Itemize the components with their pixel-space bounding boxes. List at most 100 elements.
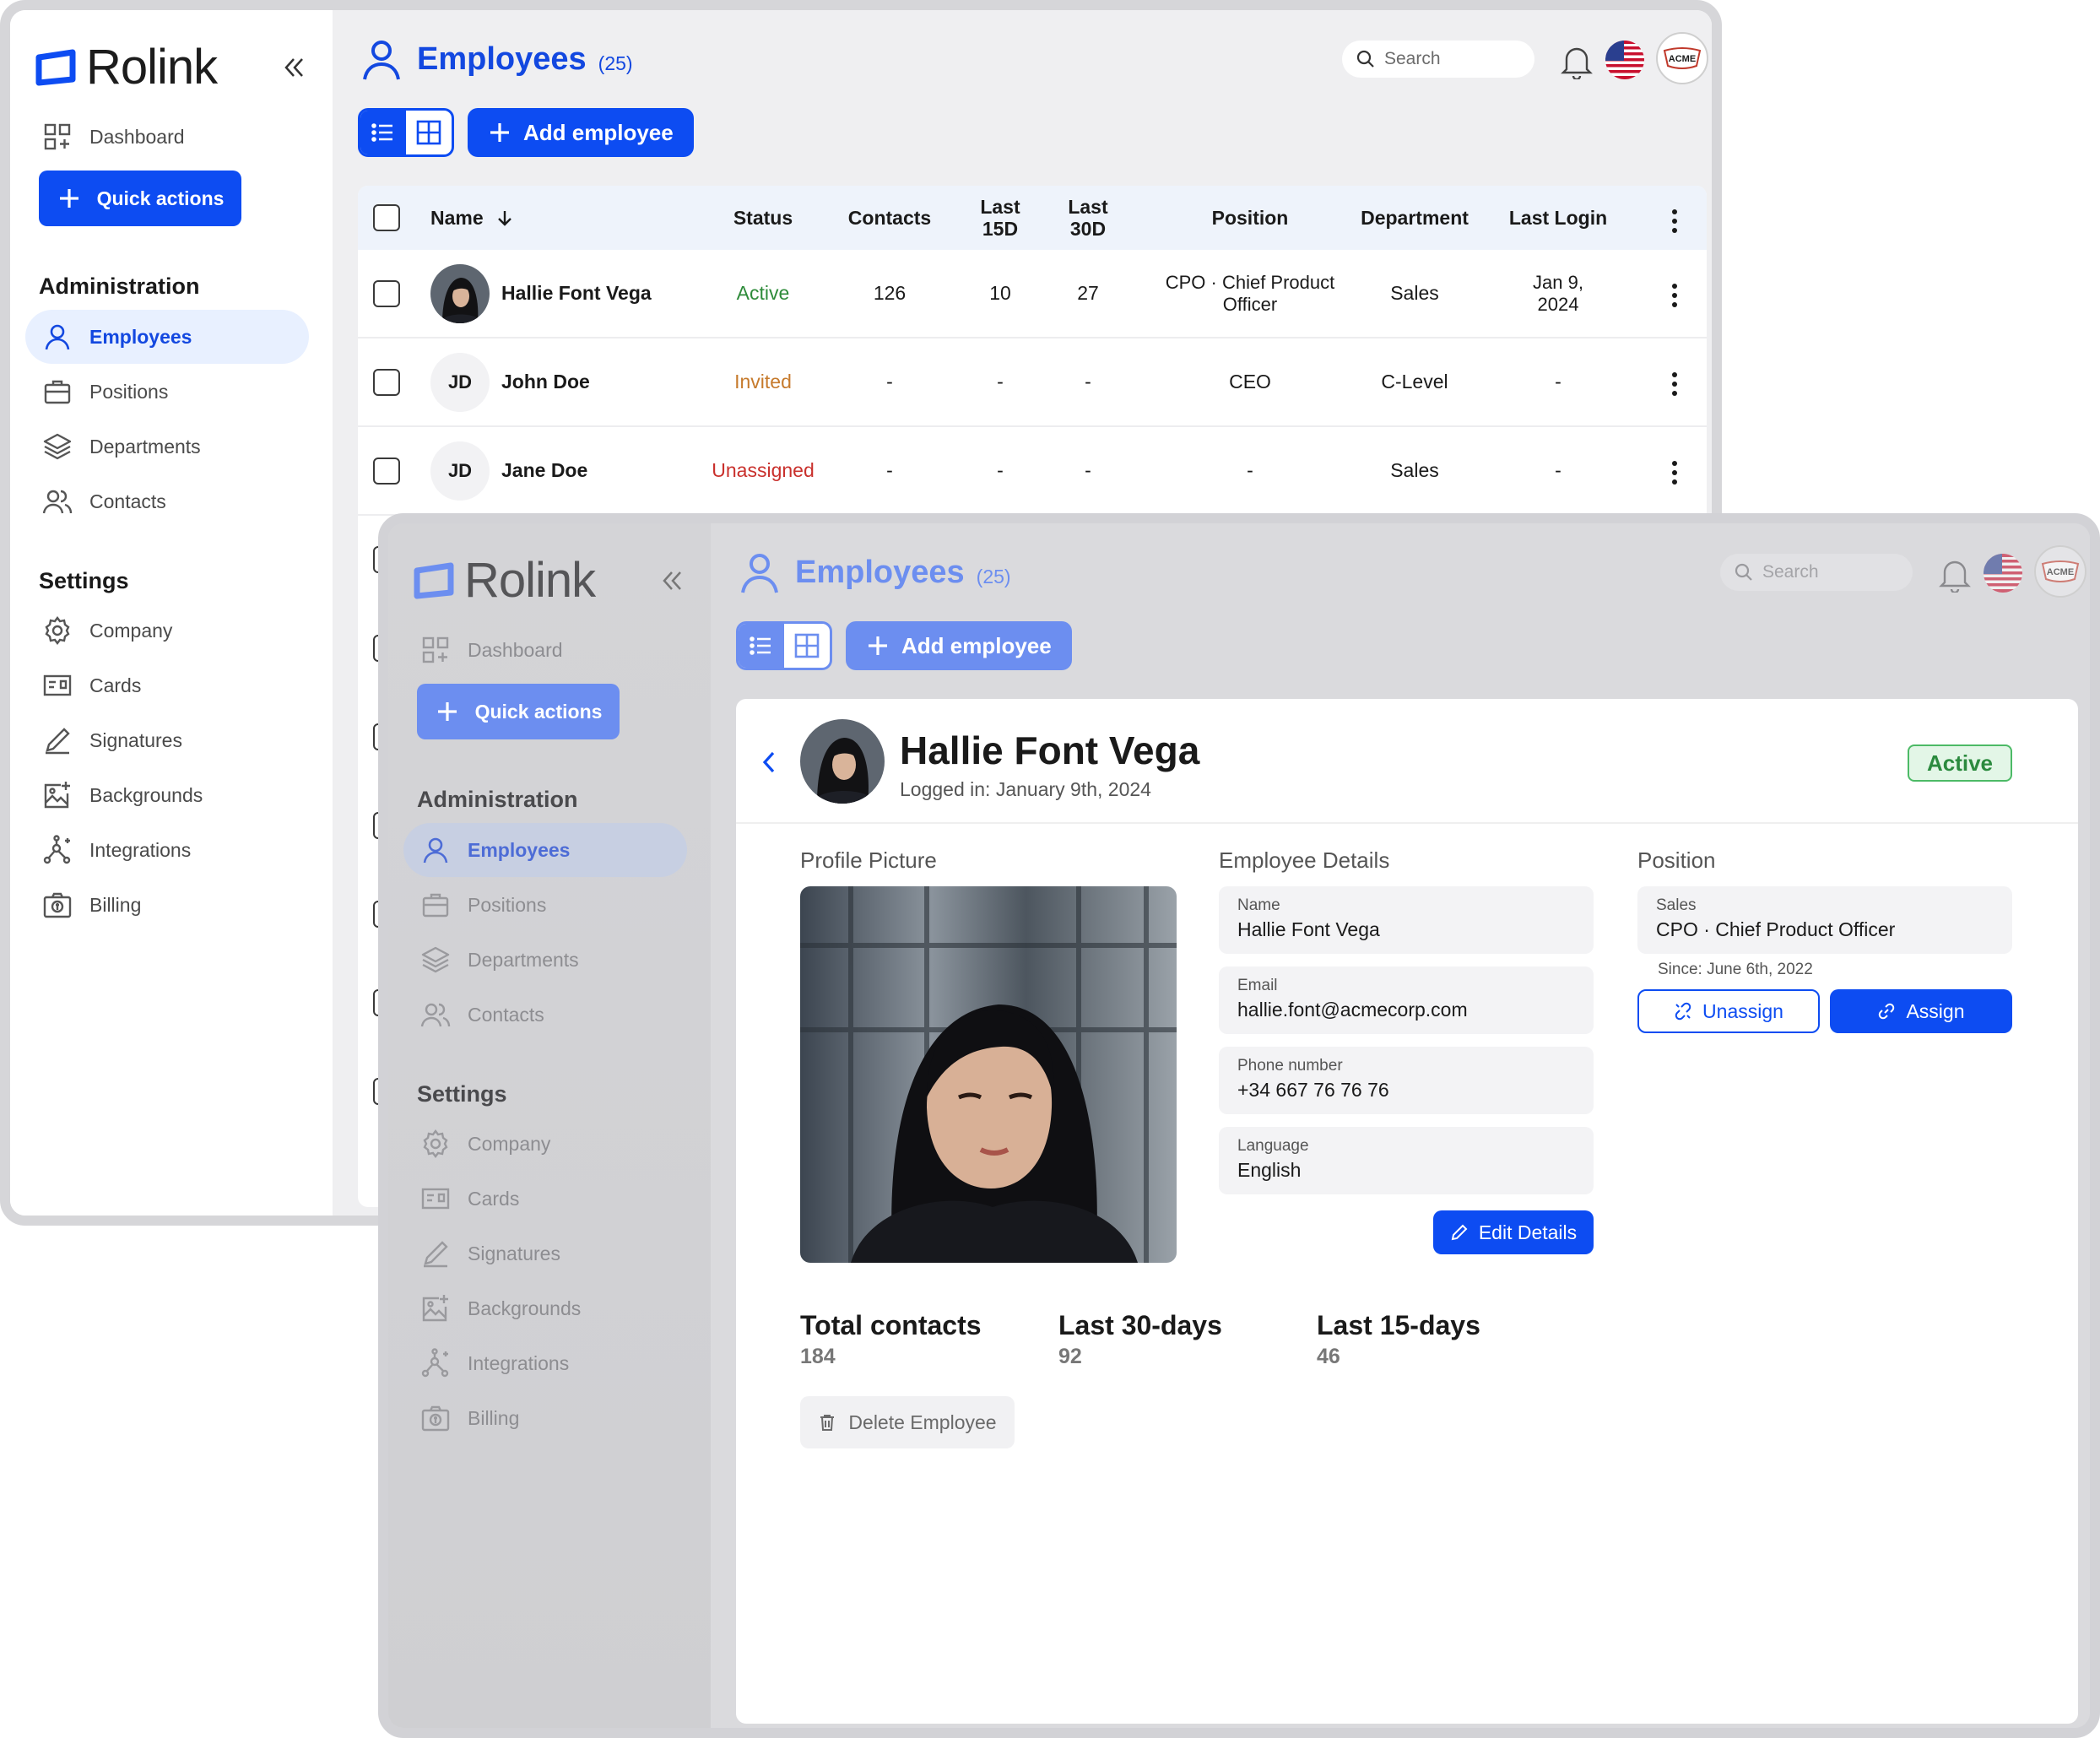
table-row[interactable]: JD John Doe Invited - - - CEO C-Level - (358, 338, 1707, 427)
row-checkbox[interactable] (373, 280, 400, 307)
card-icon (421, 1188, 450, 1210)
total-contacts-stat: Total contacts 184 (800, 1310, 982, 1369)
phone-field[interactable]: Phone number +34 667 76 76 76 (1219, 1047, 1594, 1114)
sidebar-item-integrations[interactable]: Integrations (25, 823, 309, 877)
sidebar-item-label: Signatures (468, 1242, 560, 1264)
employee-name[interactable]: Hallie Font Vega (501, 250, 652, 337)
field-value: +34 667 76 76 76 (1237, 1079, 1389, 1101)
column-header-name[interactable]: Name (430, 186, 514, 250)
employee-detail-window: Rolink Dashboard Quick actions Administr… (378, 513, 2100, 1738)
sidebar-item-backgrounds[interactable]: Backgrounds (403, 1281, 687, 1335)
org-avatar[interactable]: ACME (2034, 545, 2086, 598)
search-icon (1356, 50, 1374, 68)
column-header-department[interactable]: Department (1347, 186, 1482, 250)
sidebar-item-label: Company (468, 1132, 551, 1155)
unassign-button[interactable]: Unassign (1637, 989, 1820, 1033)
sidebar-item-employees[interactable]: Employees (403, 823, 687, 877)
back-chevron-icon[interactable] (758, 748, 780, 777)
logo[interactable]: Rolink (35, 39, 218, 95)
table-row[interactable]: Hallie Font Vega Active 126 10 27 CPO · … (358, 250, 1707, 338)
avatar: JD (430, 441, 490, 501)
column-header-position[interactable]: Position (1161, 186, 1339, 250)
email-field[interactable]: Email hallie.font@acmecorp.com (1219, 966, 1594, 1034)
employee-name[interactable]: Jane Doe (501, 427, 587, 514)
profile-photo[interactable] (800, 886, 1177, 1263)
add-employee-button[interactable]: Add employee (846, 621, 1072, 670)
row-menu-icon[interactable] (1671, 461, 1678, 485)
table-row[interactable]: JD Jane Doe Unassigned - - - - Sales - (358, 427, 1707, 516)
sidebar-item-dashboard[interactable]: Dashboard (25, 110, 309, 164)
language-field[interactable]: Language English (1219, 1127, 1594, 1194)
layers-icon (43, 433, 72, 460)
sidebar-item-positions[interactable]: Positions (25, 365, 309, 419)
sidebar-item-positions[interactable]: Positions (403, 878, 687, 932)
list-view-button[interactable] (360, 111, 406, 154)
add-employee-button[interactable]: Add employee (468, 108, 694, 157)
user-icon (363, 41, 400, 80)
quick-actions-button[interactable]: Quick actions (39, 171, 241, 226)
search-input[interactable]: Search (1342, 41, 1534, 78)
sidebar-item-employees[interactable]: Employees (25, 310, 309, 364)
position-field[interactable]: Sales CPO · Chief Product Officer (1637, 886, 2012, 954)
org-avatar[interactable]: ACME (1656, 32, 1708, 84)
sidebar-item-integrations[interactable]: Integrations (403, 1336, 687, 1390)
sidebar-item-cards[interactable]: Cards (25, 658, 309, 712)
sidebar-item-billing[interactable]: Billing (403, 1391, 687, 1445)
users-icon (420, 1003, 451, 1027)
column-header-status[interactable]: Status (695, 186, 831, 250)
bell-icon[interactable] (1938, 555, 1972, 593)
row-menu-icon[interactable] (1671, 284, 1678, 307)
sidebar-item-contacts[interactable]: Contacts (403, 988, 687, 1042)
search-input[interactable]: Search (1720, 554, 1913, 591)
sidebar-item-contacts[interactable]: Contacts (25, 474, 309, 528)
delete-employee-button[interactable]: Delete Employee (800, 1396, 1015, 1448)
bell-icon[interactable] (1560, 42, 1594, 79)
sidebar-item-departments[interactable]: Departments (25, 420, 309, 474)
row-menu-icon[interactable] (1671, 372, 1678, 396)
sidebar-item-company[interactable]: Company (25, 604, 309, 658)
sidebar-item-billing[interactable]: Billing (25, 878, 309, 932)
column-header-last-30d[interactable]: Last 30D (1050, 186, 1126, 250)
grid-view-button[interactable] (784, 624, 830, 668)
sidebar: Rolink Dashboard Quick actions Administr… (388, 523, 711, 1728)
column-label: Name (430, 206, 484, 229)
sidebar-item-backgrounds[interactable]: Backgrounds (25, 768, 309, 822)
collapse-sidebar-icon[interactable] (279, 52, 309, 83)
quick-actions-button[interactable]: Quick actions (417, 684, 620, 739)
us-flag-icon[interactable] (1984, 554, 2022, 593)
assign-button[interactable]: Assign (1830, 989, 2012, 1033)
sidebar-item-signatures[interactable]: Signatures (403, 1226, 687, 1280)
field-value: Hallie Font Vega (1237, 918, 1380, 940)
collapse-sidebar-icon[interactable] (657, 566, 687, 596)
sidebar-item-dashboard[interactable]: Dashboard (403, 623, 687, 677)
employee-name[interactable]: John Doe (501, 338, 590, 425)
view-toggle (358, 108, 454, 157)
edit-details-button[interactable]: Edit Details (1433, 1210, 1594, 1254)
row-checkbox[interactable] (373, 458, 400, 485)
column-header-contacts[interactable]: Contacts (831, 186, 949, 250)
stat-label: Last 30-days (1058, 1310, 1222, 1340)
column-header-last-15d[interactable]: Last 15D (962, 186, 1038, 250)
list-icon (750, 636, 771, 655)
field-label: Name (1237, 896, 1280, 914)
column-header-last-login[interactable]: Last Login (1491, 186, 1626, 250)
sidebar-item-signatures[interactable]: Signatures (25, 713, 309, 767)
last-login-value: - (1555, 371, 1561, 393)
table-menu-icon[interactable] (1671, 209, 1678, 233)
us-flag-icon[interactable] (1605, 41, 1644, 79)
user-icon (45, 324, 70, 350)
user-icon (423, 837, 448, 864)
list-view-button[interactable] (739, 624, 784, 668)
grid-view-button[interactable] (406, 111, 452, 154)
list-icon (371, 123, 392, 142)
sidebar-item-cards[interactable]: Cards (403, 1172, 687, 1226)
sidebar-item-company[interactable]: Company (403, 1117, 687, 1171)
name-field[interactable]: Name Hallie Font Vega (1219, 886, 1594, 954)
sidebar-item-departments[interactable]: Departments (403, 933, 687, 987)
acme-logo-text: ACME (2047, 567, 2074, 577)
logo[interactable]: Rolink (414, 552, 596, 609)
acme-logo-text: ACME (1669, 54, 1696, 64)
select-all-checkbox[interactable] (373, 204, 400, 231)
stat-value: 92 (1058, 1345, 1082, 1368)
row-checkbox[interactable] (373, 369, 400, 396)
